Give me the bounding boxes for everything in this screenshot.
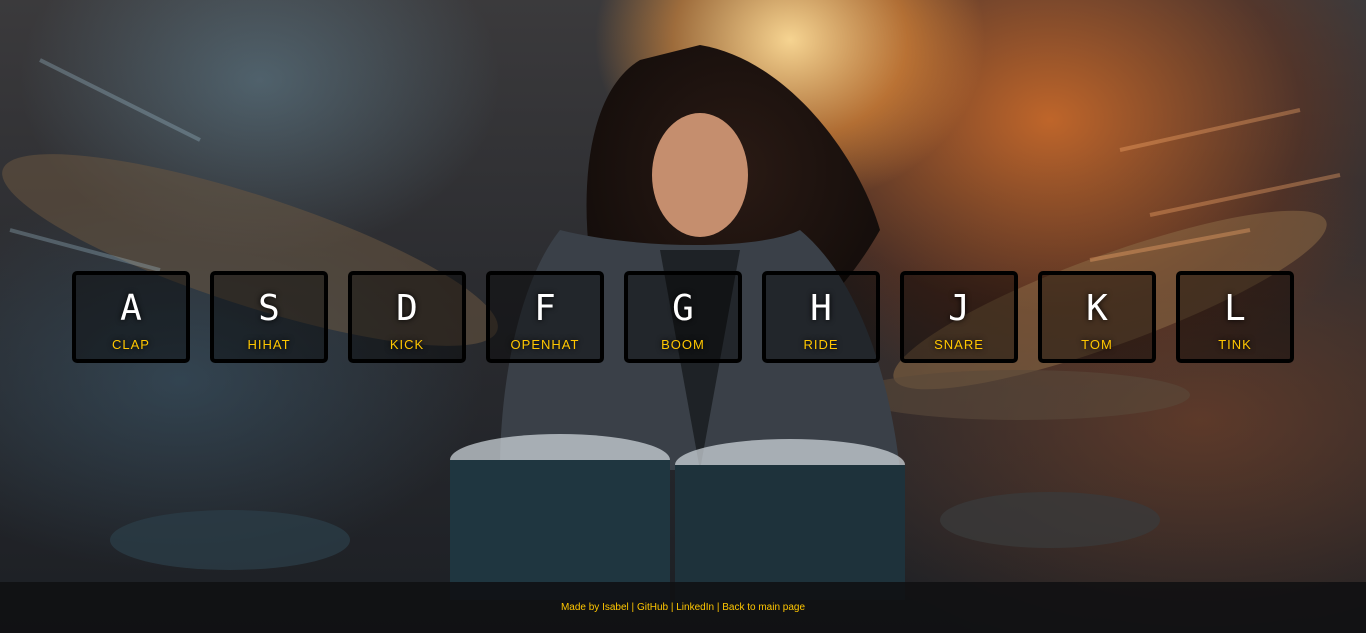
drum-key-k[interactable]: K tom [1038, 271, 1156, 363]
sound-name: kick [389, 337, 425, 352]
drum-key-l[interactable]: L tink [1176, 271, 1294, 363]
separator: | [716, 602, 720, 613]
key-letter: F [534, 288, 556, 329]
drum-key-j[interactable]: J snare [900, 271, 1018, 363]
drum-keys: A clap S hihat D kick F openhat G boom H… [72, 271, 1294, 363]
sound-name: clap [112, 337, 150, 352]
drum-key-f[interactable]: F openhat [486, 271, 604, 363]
drum-key-s[interactable]: S hihat [210, 271, 328, 363]
separator: | [631, 602, 635, 613]
drum-key-g[interactable]: G boom [624, 271, 742, 363]
separator: | [670, 602, 674, 613]
key-letter: H [810, 288, 832, 329]
sound-name: tom [1081, 337, 1113, 352]
linkedin-link[interactable]: LinkedIn [676, 602, 714, 613]
github-link[interactable]: GitHub [637, 602, 668, 613]
sound-name: ride [803, 337, 839, 352]
sound-name: hihat [247, 337, 291, 352]
key-letter: D [396, 288, 418, 329]
key-letter: L [1224, 288, 1246, 329]
sound-name: boom [661, 337, 705, 352]
sound-name: openhat [510, 337, 580, 352]
drum-key-a[interactable]: A clap [72, 271, 190, 363]
footer: Made by Isabel | GitHub | LinkedIn | Bac… [0, 582, 1366, 633]
sound-name: snare [934, 337, 984, 352]
back-to-main-link[interactable]: Back to main page [722, 602, 805, 613]
drum-key-d[interactable]: D kick [348, 271, 466, 363]
made-by-text: Made by Isabel [560, 602, 629, 613]
key-letter: A [120, 288, 142, 329]
key-letter: J [948, 288, 970, 329]
key-letter: K [1086, 288, 1108, 329]
key-letter: S [258, 288, 280, 329]
key-letter: G [672, 288, 694, 329]
drum-key-h[interactable]: H ride [762, 271, 880, 363]
sound-name: tink [1218, 337, 1252, 352]
